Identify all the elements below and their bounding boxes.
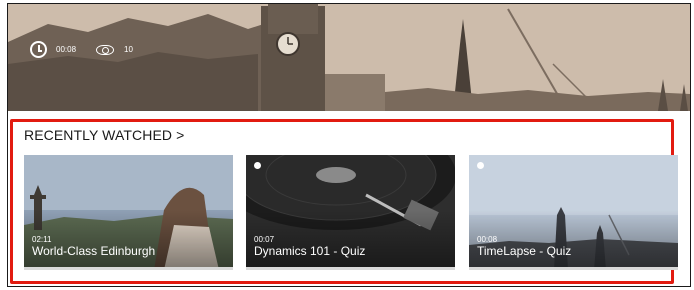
hero-views: 10	[124, 45, 133, 54]
hero-duration: 00:08	[56, 45, 77, 54]
card-shade	[469, 210, 678, 270]
card-duration: 02:11	[32, 235, 52, 244]
card-title: TimeLapse - Quiz	[477, 244, 572, 258]
section-title-recently-watched[interactable]: RECENTLY WATCHED >	[24, 127, 184, 143]
video-card-timelapse-quiz[interactable]: 00:08 TimeLapse - Quiz	[469, 155, 678, 270]
video-card-world-class-edinburgh[interactable]: 02:11 World-Class Edinburgh	[24, 155, 233, 270]
card-shade	[24, 210, 233, 270]
hero-meta: 00:08 10	[30, 41, 133, 58]
card-duration: 00:07	[254, 235, 275, 244]
section-title-label: RECENTLY WATCHED	[24, 127, 173, 143]
video-card-dynamics-101-quiz[interactable]: 00:07 Dynamics 101 - Quiz	[246, 155, 455, 270]
hero-banner: 00:08 10	[8, 4, 690, 111]
progress-bar	[24, 267, 233, 270]
card-shade	[246, 210, 455, 270]
dot-icon	[254, 162, 261, 169]
card-title: World-Class Edinburgh	[32, 244, 156, 258]
card-duration: 00:08	[477, 235, 498, 244]
clock-icon	[30, 41, 47, 58]
chevron-right-icon: >	[176, 127, 185, 143]
card-title: Dynamics 101 - Quiz	[254, 244, 366, 258]
eye-icon	[96, 44, 115, 55]
dot-icon	[477, 162, 484, 169]
progress-bar	[469, 267, 678, 270]
progress-bar	[246, 267, 455, 270]
